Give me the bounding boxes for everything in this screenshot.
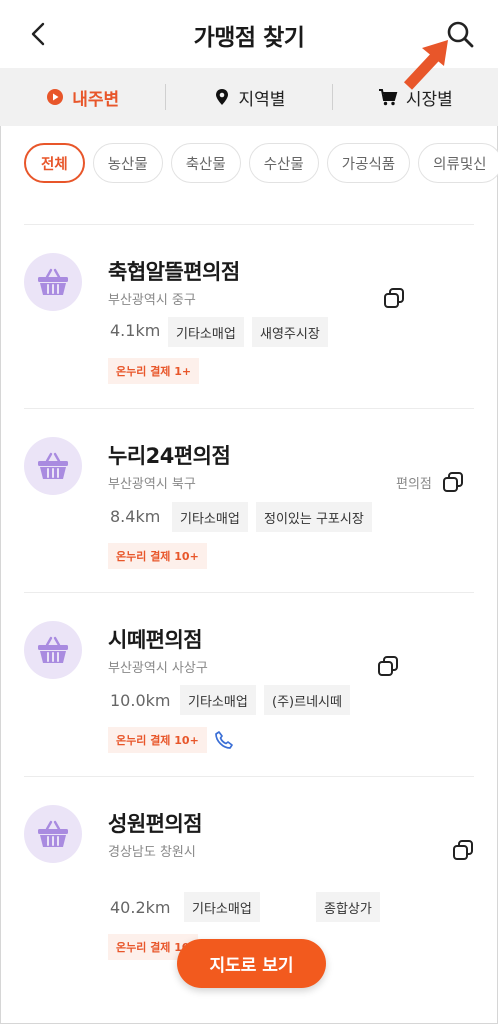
location-play-icon (47, 89, 64, 105)
chip-processed-food[interactable]: 가공식품 (326, 143, 411, 183)
basket-icon (38, 820, 68, 847)
store-category: 편의점 (396, 477, 432, 492)
phone-icon (215, 731, 233, 749)
phone-button[interactable] (214, 730, 234, 750)
copy-button[interactable] (377, 655, 399, 677)
store-name: 누리24편의점 (108, 444, 231, 468)
store-address: 부산광역시 사상구 (108, 661, 208, 676)
store-name: 성원편의점 (108, 812, 203, 836)
store-type-tag: 기타소매업 (180, 685, 256, 715)
basket-icon (38, 268, 68, 295)
cart-icon (378, 89, 398, 106)
store-distance: 10.0km (110, 691, 171, 710)
market-tag: (주)르네시떼 (264, 685, 350, 715)
store-distance: 4.1km (110, 321, 161, 340)
location-tabs: 내주변 지역별 시장별 (0, 68, 498, 126)
tab-label: 지역별 (238, 89, 286, 110)
copy-button[interactable] (442, 471, 464, 493)
chip-livestock[interactable]: 축산물 (170, 143, 241, 183)
copy-button[interactable] (383, 287, 405, 309)
basket-icon (38, 452, 68, 479)
copy-button[interactable] (452, 839, 474, 861)
store-item[interactable]: 누리24편의점 부산광역시 북구 편의점 8.4km 기타소매업 정이있는 구포… (0, 409, 498, 593)
store-address: 경상남도 창원시 (108, 845, 196, 860)
store-item[interactable]: 시떼편의점 부산광역시 사상구 10.0km 기타소매업 (주)르네시떼 온누리… (0, 593, 498, 777)
onnuri-badge: 온누리 결제 1+ (108, 358, 200, 384)
store-name: 축협알뜰편의점 (108, 260, 240, 284)
store-avatar (24, 253, 82, 311)
store-type-tag: 기타소매업 (184, 892, 260, 922)
store-name: 시떼편의점 (108, 628, 203, 652)
chip-clothing[interactable]: 의류및신 (418, 143, 498, 183)
market-tag: 정이있는 구포시장 (256, 502, 372, 532)
tab-region[interactable]: 지역별 (166, 68, 331, 126)
copy-icon (453, 840, 473, 860)
header: 가맹점 찾기 (0, 0, 498, 68)
copy-icon (378, 656, 398, 676)
store-distance: 40.2km (110, 898, 171, 917)
store-avatar (24, 621, 82, 679)
copy-icon (384, 288, 404, 308)
category-chips: 전체 농산물 축산물 수산물 가공식품 의류및신 (24, 143, 498, 187)
store-address: 부산광역시 북구 (108, 477, 196, 492)
tab-nearby[interactable]: 내주변 (0, 68, 165, 126)
store-avatar (24, 437, 82, 495)
store-item[interactable]: 성원편의점 경상남도 창원시 40.2km 기타소매업 종합상가 온누리 결제 … (0, 777, 498, 961)
search-icon (447, 21, 474, 48)
map-pin-icon (215, 89, 228, 105)
tab-market[interactable]: 시장별 (333, 68, 498, 126)
store-avatar (24, 805, 82, 863)
store-item[interactable]: 축협알뜰편의점 부산광역시 중구 4.1km 기타소매업 새영주시장 온누리 결… (0, 225, 498, 409)
view-map-button[interactable]: 지도로 보기 (177, 939, 326, 988)
tab-label: 내주변 (72, 89, 120, 110)
chip-agriculture[interactable]: 농산물 (92, 143, 163, 183)
market-tag: 종합상가 (316, 892, 380, 922)
store-distance: 8.4km (110, 507, 161, 526)
store-type-tag: 기타소매업 (172, 502, 248, 532)
store-type-tag: 기타소매업 (168, 317, 244, 347)
search-button[interactable] (444, 18, 476, 50)
onnuri-badge: 온누리 결제 10+ (108, 543, 207, 569)
store-address: 부산광역시 중구 (108, 293, 196, 308)
basket-icon (38, 636, 68, 663)
chip-fishery[interactable]: 수산물 (248, 143, 319, 183)
chip-all[interactable]: 전체 (24, 143, 85, 183)
onnuri-badge: 온누리 결제 10+ (108, 727, 207, 753)
copy-icon (443, 472, 463, 492)
page-title: 가맹점 찾기 (193, 25, 305, 51)
market-tag: 새영주시장 (252, 317, 328, 347)
tab-label: 시장별 (405, 89, 453, 110)
